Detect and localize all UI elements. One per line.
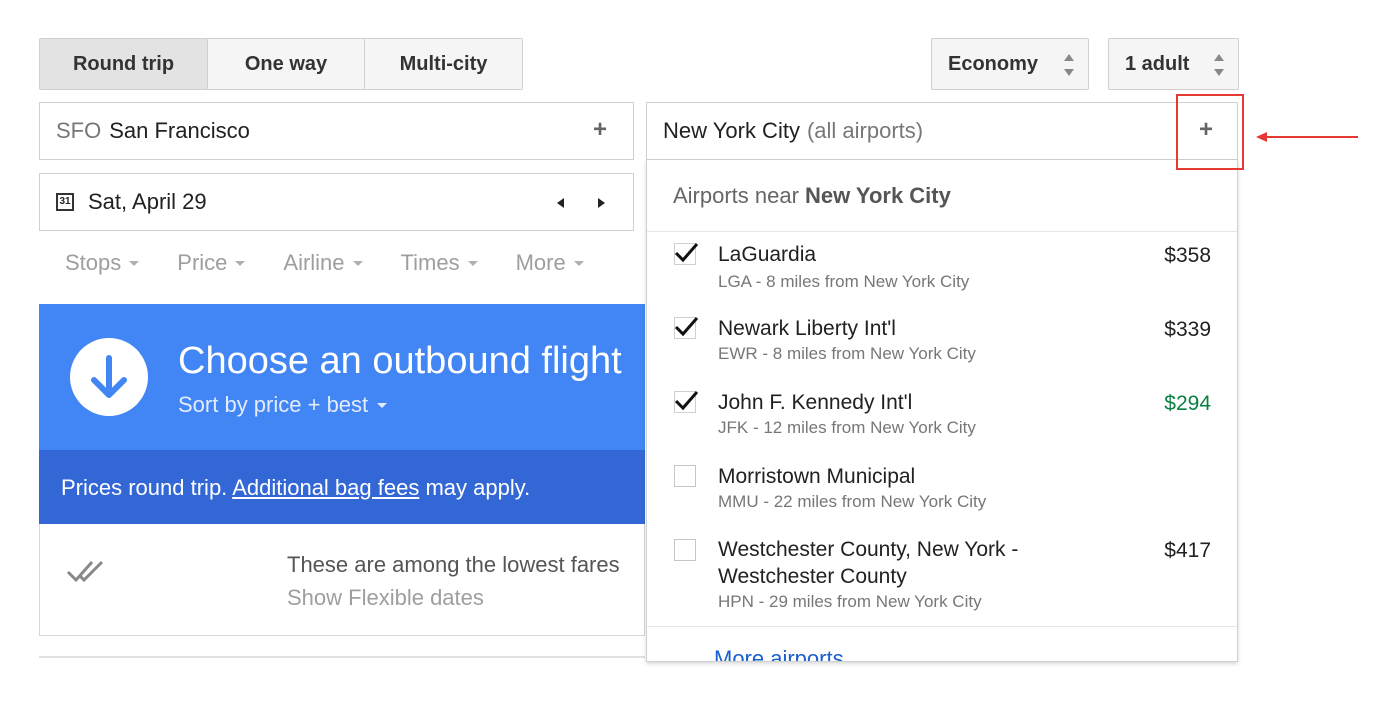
date-field[interactable]: 31 Sat, April 29 xyxy=(39,173,634,231)
outbound-banner: Choose an outbound flight Sort by price … xyxy=(39,304,645,450)
airport-detail: HPN - 29 miles from New York City xyxy=(718,592,982,611)
cabin-class-select[interactable]: Economy xyxy=(931,38,1089,90)
checkmark-icon xyxy=(674,391,698,411)
select-arrows-icon xyxy=(1064,54,1074,76)
airport-checkbox[interactable] xyxy=(674,539,696,561)
airport-name: Newark Liberty Int'l xyxy=(718,317,896,340)
flexible-dates-link[interactable]: Show Flexible dates xyxy=(287,585,484,611)
airport-name: Westchester County, New York - xyxy=(718,538,1019,561)
airport-price: $358 xyxy=(1164,244,1211,267)
bag-fees-link[interactable]: Additional bag fees xyxy=(232,475,419,500)
airport-price: $417 xyxy=(1164,539,1211,562)
calendar-icon: 31 xyxy=(56,193,74,211)
passengers-label: 1 adult xyxy=(1125,52,1190,75)
one-way-button[interactable]: One way xyxy=(208,39,365,89)
filter-price-label: Price xyxy=(177,250,228,275)
airport-detail: LGA - 8 miles from New York City xyxy=(718,272,970,291)
chevron-down-icon xyxy=(235,260,246,266)
sort-dropdown[interactable]: Sort by price + best xyxy=(178,392,388,418)
highlight-box xyxy=(1176,94,1244,170)
round-trip-button[interactable]: Round trip xyxy=(40,39,208,89)
chevron-down-icon xyxy=(377,402,388,408)
banner-title: Choose an outbound flight xyxy=(178,340,622,382)
airport-name: Morristown Municipal xyxy=(718,465,916,488)
more-airports-link[interactable]: More airports xyxy=(714,646,844,661)
dropdown-header-city: New York City xyxy=(804,182,951,208)
select-arrows-icon xyxy=(1214,54,1224,76)
airport-detail: JFK - 12 miles from New York City xyxy=(718,418,976,437)
filter-stops[interactable]: Stops xyxy=(65,250,140,276)
passengers-select[interactable]: 1 adult xyxy=(1108,38,1239,90)
airport-checkbox-checked[interactable] xyxy=(674,317,698,339)
airport-name: John F. Kennedy Int'l xyxy=(718,391,913,414)
destination-field[interactable]: New York City (all airports) + xyxy=(646,102,1238,160)
filter-times-label: Times xyxy=(400,250,460,275)
airport-name-line2: Westchester County xyxy=(718,565,907,588)
multi-city-button[interactable]: Multi-city xyxy=(365,39,522,89)
chevron-down-icon xyxy=(352,260,363,266)
calendar-icon-day: 31 xyxy=(59,196,71,207)
filter-bar: Stops Price Airline Times More xyxy=(65,250,622,276)
filter-price[interactable]: Price xyxy=(177,250,246,276)
airport-checkbox-checked[interactable] xyxy=(674,391,698,413)
date-label: Sat, April 29 xyxy=(88,189,207,214)
airport-name: LaGuardia xyxy=(718,243,817,266)
airport-detail: EWR - 8 miles from New York City xyxy=(718,344,976,363)
price-notice: Prices round trip. Additional bag fees m… xyxy=(39,450,645,524)
airport-detail: MMU - 22 miles from New York City xyxy=(718,492,987,511)
cabin-class-label: Economy xyxy=(948,52,1039,75)
filter-airline[interactable]: Airline xyxy=(283,250,363,276)
divider xyxy=(647,626,1237,627)
destination-city: New York City xyxy=(663,118,800,143)
next-date-icon[interactable] xyxy=(598,198,605,208)
notice-suffix: may apply. xyxy=(419,475,531,500)
airport-dropdown: Airports near New York City LaGuardia LG… xyxy=(646,160,1238,662)
origin-code: SFO xyxy=(56,118,102,143)
sort-label: Sort by price + best xyxy=(178,392,369,417)
add-origin-plus-icon[interactable]: + xyxy=(593,116,607,144)
checkmark-icon xyxy=(674,243,698,263)
origin-field[interactable]: SFO San Francisco + xyxy=(39,102,634,160)
airport-price: $339 xyxy=(1164,318,1211,341)
chevron-down-icon xyxy=(467,260,478,266)
chevron-down-icon xyxy=(573,260,584,266)
down-arrow-icon xyxy=(70,338,148,416)
double-check-icon xyxy=(66,558,110,591)
filter-more[interactable]: More xyxy=(516,250,584,276)
chevron-down-icon xyxy=(129,260,140,266)
previous-date-icon[interactable] xyxy=(557,198,564,208)
dropdown-header: Airports near New York City xyxy=(647,160,1237,232)
checkmark-icon xyxy=(674,317,698,337)
dropdown-header-prefix: Airports near xyxy=(673,182,799,208)
notice-prefix: Prices round trip. xyxy=(61,475,233,500)
lowest-fares-card: These are among the lowest fares Show Fl… xyxy=(39,524,645,636)
airport-price-lowest: $294 xyxy=(1164,392,1211,415)
trip-type-selector: Round trip One way Multi-city xyxy=(39,38,523,90)
filter-more-label: More xyxy=(515,250,566,275)
annotation-arrow-icon xyxy=(1256,132,1358,142)
origin-city: San Francisco xyxy=(109,118,250,143)
filter-times[interactable]: Times xyxy=(401,250,478,276)
filter-stops-label: Stops xyxy=(65,250,122,275)
lowest-fares-text: These are among the lowest fares xyxy=(287,552,620,577)
divider xyxy=(39,656,645,658)
filter-airline-label: Airline xyxy=(283,250,345,275)
airport-checkbox[interactable] xyxy=(674,465,696,487)
airport-checkbox-checked[interactable] xyxy=(674,243,698,265)
destination-suffix: (all airports) xyxy=(806,118,924,143)
